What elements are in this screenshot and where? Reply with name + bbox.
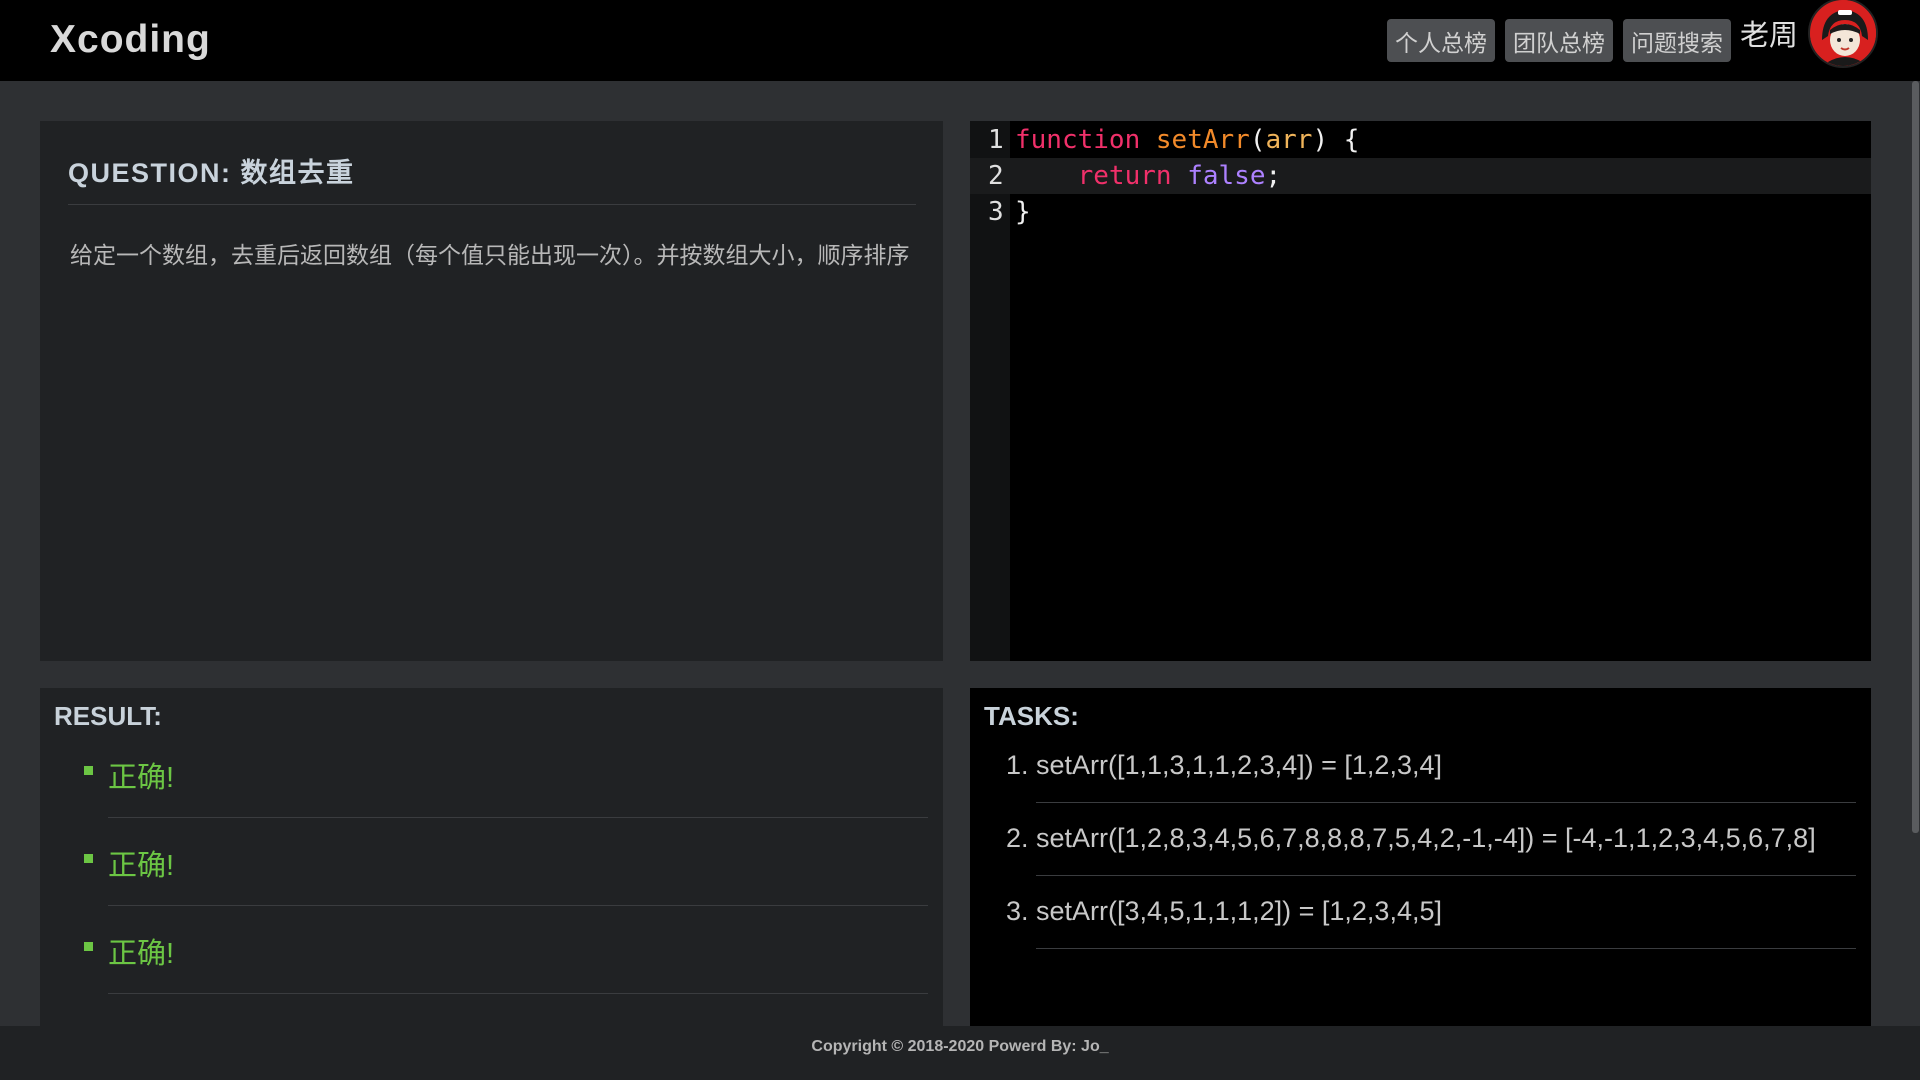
line-number: 2 (988, 161, 1004, 191)
code-text[interactable]: function setArr(arr) { (1015, 122, 1359, 158)
task-item: 2. setArr([1,2,8,3,4,5,6,7,8,8,8,7,5,4,2… (1006, 803, 1856, 876)
task-text: setArr([1,2,8,3,4,5,6,7,8,8,8,7,5,4,2,-1… (1036, 823, 1816, 853)
result-heading: RESULT: (54, 701, 162, 731)
code-line[interactable]: 1 function setArr(arr) { (970, 122, 1871, 158)
code-token: } (1015, 197, 1031, 227)
code-token: return (1077, 161, 1172, 191)
task-item: 1. setArr([1,1,3,1,1,2,3,4]) = [1,2,3,4] (1006, 730, 1856, 803)
nav-question-search-button[interactable]: 问题搜索 (1622, 19, 1731, 62)
result-status: 正确! (108, 850, 175, 882)
code-token: setArr (1155, 125, 1250, 155)
avatar-character-icon (1810, 0, 1876, 66)
result-item: 正确! (84, 730, 928, 818)
task-item: 3. setArr([3,4,5,1,1,1,2]) = [1,2,3,4,5] (1006, 876, 1856, 949)
result-status: 正确! (108, 938, 175, 970)
brand-logo[interactable]: Xcoding (50, 18, 211, 62)
nav-team-ranking-button[interactable]: 团队总榜 (1504, 19, 1613, 62)
result-panel: RESULT: 正确! 正确! 正确! (40, 688, 943, 1028)
task-number: 1. (1006, 750, 1029, 780)
scrollbar-thumb[interactable] (1912, 81, 1919, 833)
line-number: 1 (988, 125, 1004, 155)
tasks-heading: TASKS: (984, 701, 1079, 731)
code-token: false (1187, 161, 1266, 191)
code-token: ( (1249, 125, 1266, 155)
task-list: 1. setArr([1,1,3,1,1,2,3,4]) = [1,2,3,4]… (1006, 730, 1856, 949)
task-number: 2. (1006, 823, 1029, 853)
bullet-icon (84, 942, 93, 951)
question-title: QUESTION: 数组去重 (68, 151, 916, 205)
code-text[interactable]: } (1015, 194, 1031, 230)
avatar[interactable] (1808, 0, 1878, 68)
task-number: 3. (1006, 896, 1029, 926)
page-scrollbar[interactable] (1911, 81, 1920, 1026)
code-editor[interactable]: 1 function setArr(arr) {2 return false; 3} (970, 121, 1871, 661)
username-label[interactable]: 老周 (1740, 12, 1798, 54)
code-line[interactable]: 2 return false; (970, 158, 1871, 194)
bullet-icon (84, 854, 93, 863)
top-navbar: Xcoding 个人总榜 团队总榜 问题搜索 老周 (0, 0, 1920, 81)
nav-menu: 个人总榜 团队总榜 问题搜索 老周 (1377, 0, 1878, 81)
question-description: 给定一个数组，去重后返回数组（每个值只能出现一次）。并按数组大小，顺序排序 (70, 242, 910, 268)
result-item: 正确! (84, 818, 928, 906)
task-text: setArr([3,4,5,1,1,1,2]) = [1,2,3,4,5] (1036, 896, 1442, 926)
footer: Copyright © 2018-2020 Powerd By: Jo_ (0, 1026, 1920, 1080)
bullet-icon (84, 766, 93, 775)
question-panel: QUESTION: 数组去重 给定一个数组，去重后返回数组（每个值只能出现一次）… (40, 121, 943, 661)
result-status: 正确! (108, 762, 175, 794)
code-token: arr (1265, 125, 1313, 155)
tasks-panel: TASKS: 1. setArr([1,1,3,1,1,2,3,4]) = [1… (970, 688, 1871, 1028)
result-list: 正确! 正确! 正确! (84, 730, 928, 994)
code-text[interactable]: return false; (1015, 158, 1282, 194)
line-number: 3 (988, 197, 1004, 227)
code-line[interactable]: 3} (970, 194, 1871, 230)
code-token: ) { (1312, 125, 1360, 155)
code-token: ; (1265, 161, 1282, 191)
nav-individual-ranking-button[interactable]: 个人总榜 (1386, 19, 1495, 62)
task-text: setArr([1,1,3,1,1,2,3,4]) = [1,2,3,4] (1036, 750, 1442, 780)
result-item: 正确! (84, 906, 928, 994)
code-token: function (1015, 125, 1141, 155)
